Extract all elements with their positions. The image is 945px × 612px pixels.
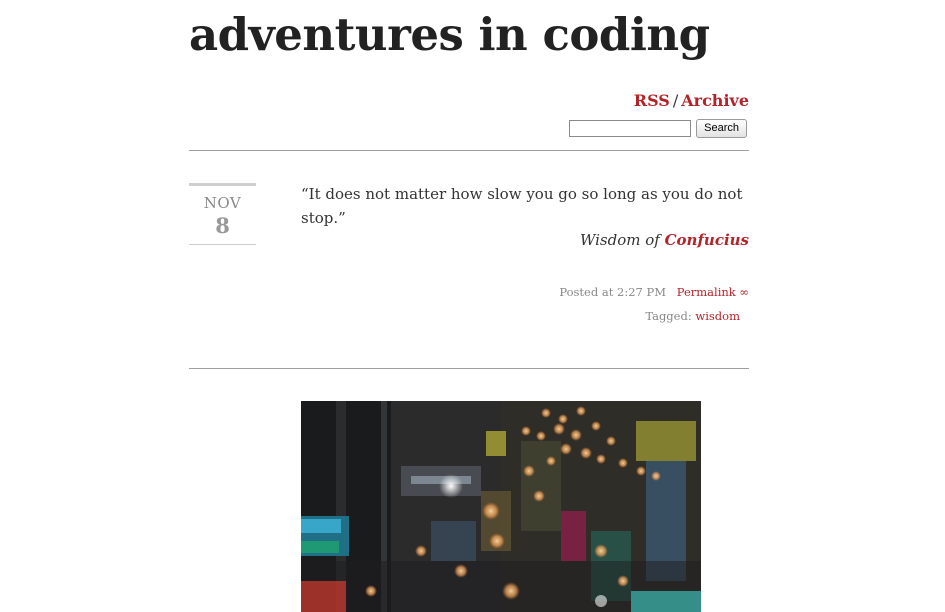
post-date: NOV 8 <box>189 183 256 245</box>
tagged-label: Tagged: <box>645 309 692 323</box>
search-input[interactable] <box>569 120 692 137</box>
site-title[interactable]: adventures in coding <box>189 8 710 61</box>
tag-link-wisdom[interactable]: wisdom <box>695 309 740 323</box>
quote-source-prefix: Wisdom of <box>579 231 660 249</box>
top-nav: RSS / Archive <box>634 91 749 110</box>
page-container: adventures in coding RSS / Archive Search … <box>189 0 749 612</box>
rss-link[interactable]: RSS <box>634 91 670 110</box>
search-button[interactable]: Search <box>696 119 747 138</box>
post-date-month: NOV <box>203 194 242 212</box>
night-street-bokeh-image <box>301 401 701 612</box>
search-form: Search <box>569 118 747 138</box>
quote-source: Wisdom of Confucius <box>580 231 749 249</box>
quote-source-link[interactable]: Confucius <box>665 231 749 249</box>
archive-link[interactable]: Archive <box>681 91 749 110</box>
post-date-day: 8 <box>215 213 230 238</box>
nav-separator: / <box>672 91 679 110</box>
permalink-link[interactable]: Permalink ∞ <box>677 285 749 299</box>
post-quote: “It does not matter how slow you go so l… <box>301 185 743 227</box>
post-photo[interactable] <box>301 401 701 612</box>
divider <box>189 368 749 369</box>
divider <box>189 150 749 151</box>
posted-time: Posted at 2:27 PM <box>559 285 666 299</box>
post-tags: Tagged: wisdom <box>645 309 740 323</box>
